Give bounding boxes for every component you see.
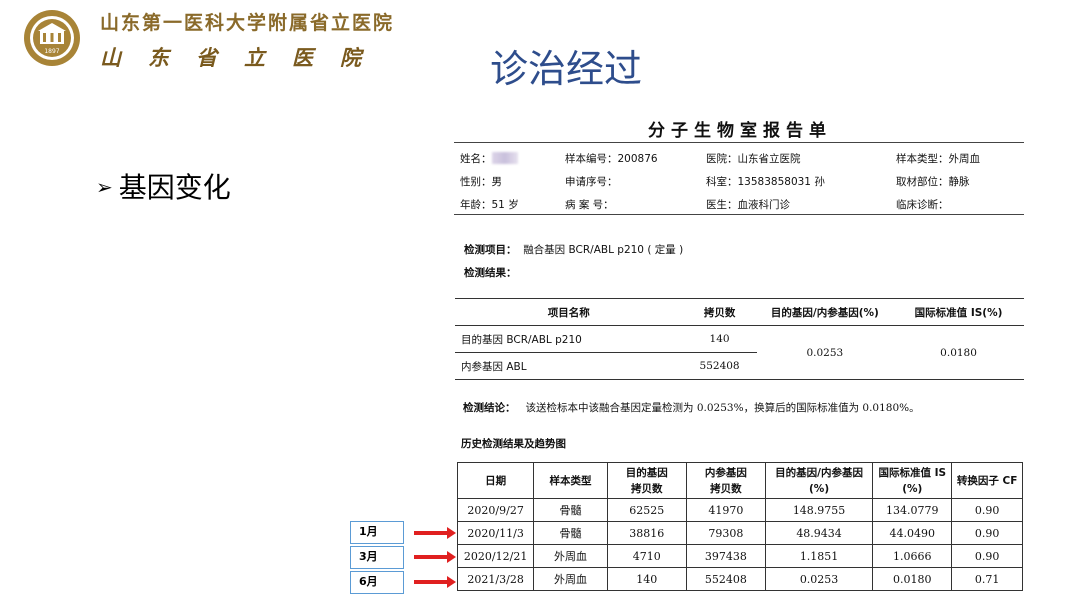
col-header: 内参基因 拷贝数	[685, 462, 766, 499]
material-site: 取材部位：静脉	[896, 176, 970, 188]
patient-name: 姓名：	[460, 151, 518, 166]
col-header: 日期	[456, 462, 535, 499]
molecular-report: 分子生物室报告单 姓名： 样本编号：200876 医院：山东省立医院 样本类型：…	[450, 110, 1030, 605]
dept-info: 科室：13583858031 孙	[706, 176, 825, 188]
table-cell: 外周血	[533, 567, 608, 591]
table-cell: 骨髓	[533, 498, 608, 522]
table-cell: 0.90	[951, 544, 1023, 568]
col-header: 目的基因/内参基因(%)	[756, 298, 894, 326]
logo-year: 1897	[44, 48, 59, 55]
table-cell: 0.90	[951, 498, 1023, 522]
col-header: 国际标准值 IS(%)	[872, 462, 953, 499]
is-value: 0.0180	[940, 346, 977, 359]
marker-month-3: 3月	[350, 546, 404, 569]
table-cell: 外周血	[533, 544, 608, 568]
table-cell: 134.0779	[872, 498, 953, 522]
report-title: 分子生物室报告单	[648, 121, 832, 141]
col-header: 国际标准值 IS(%)	[893, 298, 1024, 326]
table-cell: 2020/12/21	[456, 544, 535, 568]
bullet-item: ➢ 基因变化	[96, 166, 231, 206]
sample-type: 样本类型：外周血	[896, 153, 980, 165]
test-item: 检测项目： 融合基因 BCR/ABL p210 ( 定量 )	[464, 244, 684, 256]
doctor-info: 医生：血液科门诊	[706, 199, 790, 211]
ratio-value: 0.0253	[806, 346, 844, 359]
table-cell: 2020/11/3	[456, 521, 535, 545]
col-header: 目的基因/内参基因(%)	[764, 462, 874, 499]
col-header: 目的基因 拷贝数	[606, 462, 687, 499]
table-cell: 79308	[685, 521, 766, 545]
table-cell: 148.9755	[764, 498, 874, 522]
item-copies: 140	[682, 325, 757, 353]
history-table: 日期 样本类型 目的基因 拷贝数 内参基因 拷贝数 目的基因/内参基因 (%) 国际标…	[456, 462, 1023, 591]
table-row: 2020/12/21 外周血 4710 397438 1.1851 1.0666 0.90	[456, 544, 1023, 568]
table-cell: 41970	[685, 498, 766, 522]
table-cell: 骨髓	[533, 521, 608, 545]
item-name: 目的基因 BCR/ABL p210	[455, 325, 683, 353]
history-title: 历史检测结果及趋势图	[461, 438, 566, 450]
marker-month-6: 6月	[350, 571, 404, 594]
table-cell: 38816	[606, 521, 687, 545]
table-cell: 44.0490	[872, 521, 953, 545]
table-row: 2020/11/3 骨髓 38816 79308 48.9434 44.0490 0.90	[456, 521, 1023, 545]
hospital-name-line1: 山东第一医科大学附属省立医院	[100, 12, 395, 34]
marker-month-1: 1月	[350, 521, 404, 544]
table-header-row: 日期 样本类型 目的基因 拷贝数 内参基因 拷贝数 目的基因/内参基因 (%) 国际标…	[456, 462, 1023, 499]
case-no: 病 案 号：	[565, 199, 614, 211]
table-cell: 62525	[606, 498, 687, 522]
divider	[454, 142, 1024, 143]
item-copies: 552408	[699, 360, 740, 372]
col-header: 拷贝数	[682, 298, 757, 326]
col-header: 转换因子 CF	[951, 462, 1023, 499]
table-row: 2021/3/28 外周血 140 552408 0.0253 0.0180 0.71	[456, 567, 1023, 591]
red-arrow-icon	[414, 576, 456, 588]
table-header-row: 项目名称 拷贝数 目的基因/内参基因(%) 国际标准值 IS(%)	[455, 298, 1024, 326]
table-cell: 48.9434	[764, 521, 874, 545]
hospital-info: 医院：山东省立医院	[706, 153, 801, 165]
conclusion: 检测结论： 该送检标本中该融合基因定量检测为 0.0253%，换算后的国际标准值…	[463, 402, 920, 414]
bullet-arrow-icon: ➢	[96, 175, 113, 199]
table-row: 目的基因 BCR/ABL p210 140 0.0253 0.0180	[455, 325, 1024, 359]
table-cell: 1.0666	[872, 544, 953, 568]
item-name: 内参基因 ABL	[461, 360, 527, 373]
bullet-text: 基因变化	[118, 171, 231, 204]
col-header: 样本类型	[533, 462, 608, 499]
result-table: 项目名称 拷贝数 目的基因/内参基因(%) 国际标准值 IS(%) 目的基因 B…	[455, 298, 1024, 380]
patient-age: 年龄：51 岁	[460, 199, 519, 211]
table-cell: 4710	[606, 544, 687, 568]
table-cell: 397438	[685, 544, 766, 568]
table-cell: 2020/9/27	[456, 498, 535, 522]
table-cell: 552408	[685, 567, 766, 591]
table-cell: 0.0180	[872, 567, 953, 591]
table-cell: 0.90	[951, 521, 1023, 545]
table-cell: 140	[606, 567, 687, 591]
divider	[454, 214, 1024, 215]
col-header: 项目名称	[455, 298, 683, 326]
table-cell: 2021/3/28	[456, 567, 535, 591]
redacted-name	[491, 152, 518, 164]
hospital-name-line2: 山东省立医院	[100, 45, 388, 70]
table-cell: 0.71	[951, 567, 1023, 591]
red-arrow-icon	[414, 527, 456, 539]
table-row: 2020/9/27 骨髓 62525 41970 148.9755 134.0779 0.9…	[456, 498, 1023, 522]
apply-no: 申请序号：	[565, 176, 618, 188]
clinical-diagnosis: 临床诊断：	[896, 199, 949, 211]
patient-sex: 性别：男	[460, 176, 502, 188]
sample-no: 样本编号：200876	[565, 153, 658, 165]
slide-title: 诊治经过	[490, 47, 643, 91]
table-cell: 1.1851	[764, 544, 874, 568]
table-cell: 0.0253	[764, 567, 874, 591]
test-result-label: 检测结果：	[464, 267, 517, 279]
red-arrow-icon	[414, 551, 456, 563]
hospital-seal-logo: 1897	[24, 10, 80, 66]
